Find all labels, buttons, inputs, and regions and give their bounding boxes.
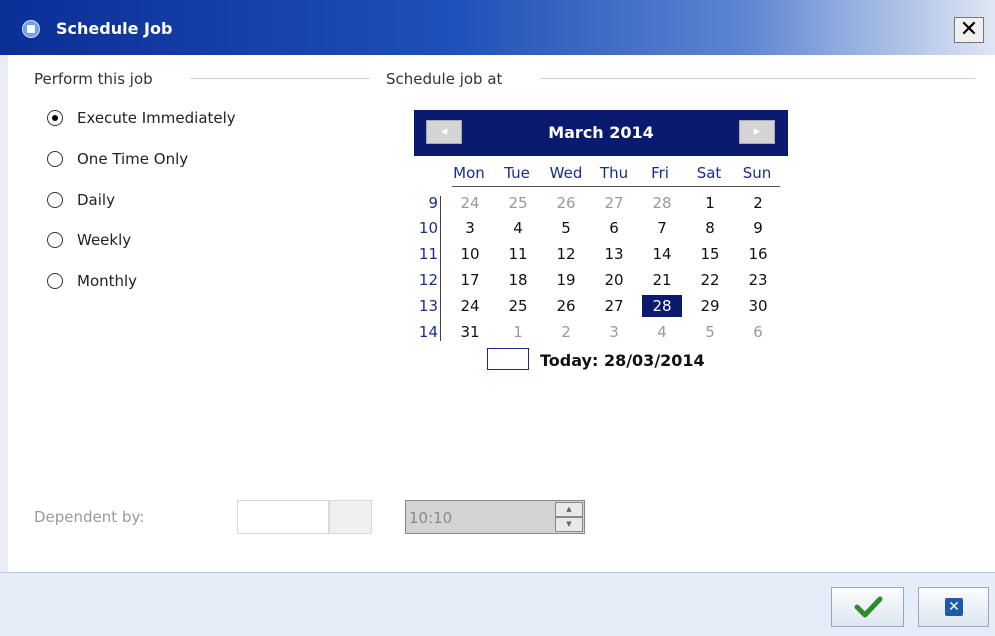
schedule-at-label: Schedule job at [386, 70, 503, 88]
cancel-button[interactable]: ✕ [918, 587, 989, 627]
window-frame [0, 55, 8, 635]
weekday-label-sat: Sat [696, 164, 722, 182]
week-number: 11 [418, 245, 438, 263]
window-title: Schedule Job [56, 19, 173, 38]
spin-up-button[interactable]: ▲ [555, 502, 583, 517]
calendar-day[interactable]: 14 [642, 243, 682, 265]
weekday-label-tue: Tue [504, 164, 530, 182]
calendar-day[interactable]: 4 [498, 217, 538, 239]
radio-button-checked[interactable] [47, 110, 63, 126]
week-number: 12 [418, 271, 438, 289]
chevron-right-icon: ▸ [753, 124, 761, 139]
weekday-divider [452, 186, 780, 187]
calendar-day[interactable]: 17 [450, 269, 490, 291]
ok-button[interactable] [831, 587, 904, 627]
spin-down-button[interactable]: ▼ [555, 517, 583, 532]
section-divider [540, 78, 975, 79]
calendar-day[interactable]: 10 [450, 243, 490, 265]
weekday-label-mon: Mon [453, 164, 485, 182]
calendar-day[interactable]: 1 [690, 192, 730, 214]
dependent-job-input[interactable] [237, 500, 329, 534]
radio-button[interactable] [47, 151, 63, 167]
calendar-day[interactable]: 3 [594, 321, 634, 343]
calendar-day[interactable]: 3 [450, 217, 490, 239]
calendar-day[interactable]: 19 [546, 269, 586, 291]
calendar-day[interactable]: 31 [450, 321, 490, 343]
week-number: 9 [428, 194, 438, 212]
calendar-day[interactable]: 27 [594, 295, 634, 317]
dependent-by-label: Dependent by: [34, 508, 145, 526]
calendar-day[interactable]: 24 [450, 295, 490, 317]
calendar-day[interactable]: 1 [498, 321, 538, 343]
week-number: 13 [418, 297, 438, 315]
calendar-day[interactable]: 13 [594, 243, 634, 265]
perform-job-label: Perform this job [34, 70, 153, 88]
calendar-day[interactable]: 6 [594, 217, 634, 239]
calendar-day[interactable]: 28 [642, 192, 682, 214]
option-label: Execute Immediately [77, 109, 236, 127]
calendar-day[interactable]: 16 [738, 243, 778, 265]
calendar-day[interactable]: 2 [546, 321, 586, 343]
calendar-day[interactable]: 7 [642, 217, 682, 239]
weekday-label-sun: Sun [742, 164, 772, 182]
option-label: Monthly [77, 272, 138, 290]
option-label: One Time Only [77, 150, 189, 168]
section-divider [190, 78, 370, 79]
close-icon: ✕ [945, 598, 963, 616]
option-label: Daily [77, 191, 115, 209]
calendar-day[interactable]: 21 [642, 269, 682, 291]
calendar-day[interactable]: 26 [546, 295, 586, 317]
weekday-label-fri: Fri [651, 164, 669, 182]
radio-button[interactable] [47, 232, 63, 248]
option-execute-immediately[interactable]: Execute Immediately [47, 107, 236, 129]
week-number-divider [440, 196, 441, 341]
option-daily[interactable]: Daily [47, 189, 115, 211]
calendar-day[interactable]: 5 [690, 321, 730, 343]
app-icon [22, 20, 40, 38]
calendar-month-label: March 2014 [548, 123, 654, 142]
radio-button[interactable] [47, 273, 63, 289]
calendar-day[interactable]: 23 [738, 269, 778, 291]
calendar-day[interactable]: 25 [498, 295, 538, 317]
calendar-day[interactable]: 11 [498, 243, 538, 265]
today-marker[interactable] [487, 348, 529, 370]
calendar-day[interactable]: 4 [642, 321, 682, 343]
week-number: 10 [418, 219, 438, 237]
checkmark-icon [854, 596, 883, 618]
calendar-day-selected[interactable]: 28 [642, 295, 682, 317]
time-spinner[interactable]: 10:10 ▲ ▼ [405, 500, 585, 534]
weekday-label-wed: Wed [549, 164, 583, 182]
calendar-day[interactable]: 30 [738, 295, 778, 317]
close-button[interactable]: ✕ [954, 17, 984, 43]
calendar-day[interactable]: 20 [594, 269, 634, 291]
option-weekly[interactable]: Weekly [47, 229, 131, 251]
calendar-day[interactable]: 27 [594, 192, 634, 214]
dependent-job-browse-button[interactable] [329, 500, 372, 534]
calendar-day[interactable]: 26 [546, 192, 586, 214]
time-value[interactable]: 10:10 [409, 509, 452, 527]
option-label: Weekly [77, 231, 132, 249]
weekday-label-thu: Thu [599, 164, 629, 182]
calendar-header: ◂ March 2014 ▸ [414, 110, 788, 156]
calendar-day[interactable]: 25 [498, 192, 538, 214]
calendar-day[interactable]: 6 [738, 321, 778, 343]
week-number: 14 [418, 323, 438, 341]
title-bar: Schedule Job [0, 0, 995, 55]
calendar-day[interactable]: 5 [546, 217, 586, 239]
calendar-day[interactable]: 18 [498, 269, 538, 291]
next-month-button[interactable]: ▸ [739, 120, 775, 144]
calendar-day[interactable]: 22 [690, 269, 730, 291]
calendar-day[interactable]: 8 [690, 217, 730, 239]
calendar-day[interactable]: 15 [690, 243, 730, 265]
calendar-day[interactable]: 29 [690, 295, 730, 317]
calendar-day[interactable]: 24 [450, 192, 490, 214]
calendar-day[interactable]: 2 [738, 192, 778, 214]
close-icon: ✕ [959, 17, 979, 42]
today-label[interactable]: Today: 28/03/2014 [540, 351, 705, 370]
calendar-day[interactable]: 12 [546, 243, 586, 265]
radio-button[interactable] [47, 192, 63, 208]
calendar-day[interactable]: 9 [738, 217, 778, 239]
option-one-time-only[interactable]: One Time Only [47, 148, 188, 170]
option-monthly[interactable]: Monthly [47, 270, 137, 292]
